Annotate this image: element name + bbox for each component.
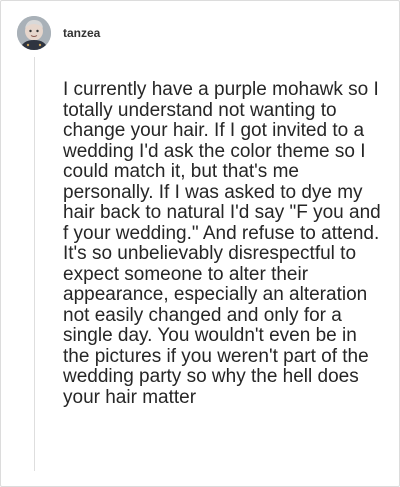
avatar-photo-icon [17,16,51,50]
comment-card: tanzea I currently have a purple mohawk … [0,0,400,487]
avatar[interactable] [17,16,51,50]
comment-body: I currently have a purple mohawk so I to… [63,79,381,408]
username[interactable]: tanzea [63,26,100,40]
thread-line [34,57,35,471]
